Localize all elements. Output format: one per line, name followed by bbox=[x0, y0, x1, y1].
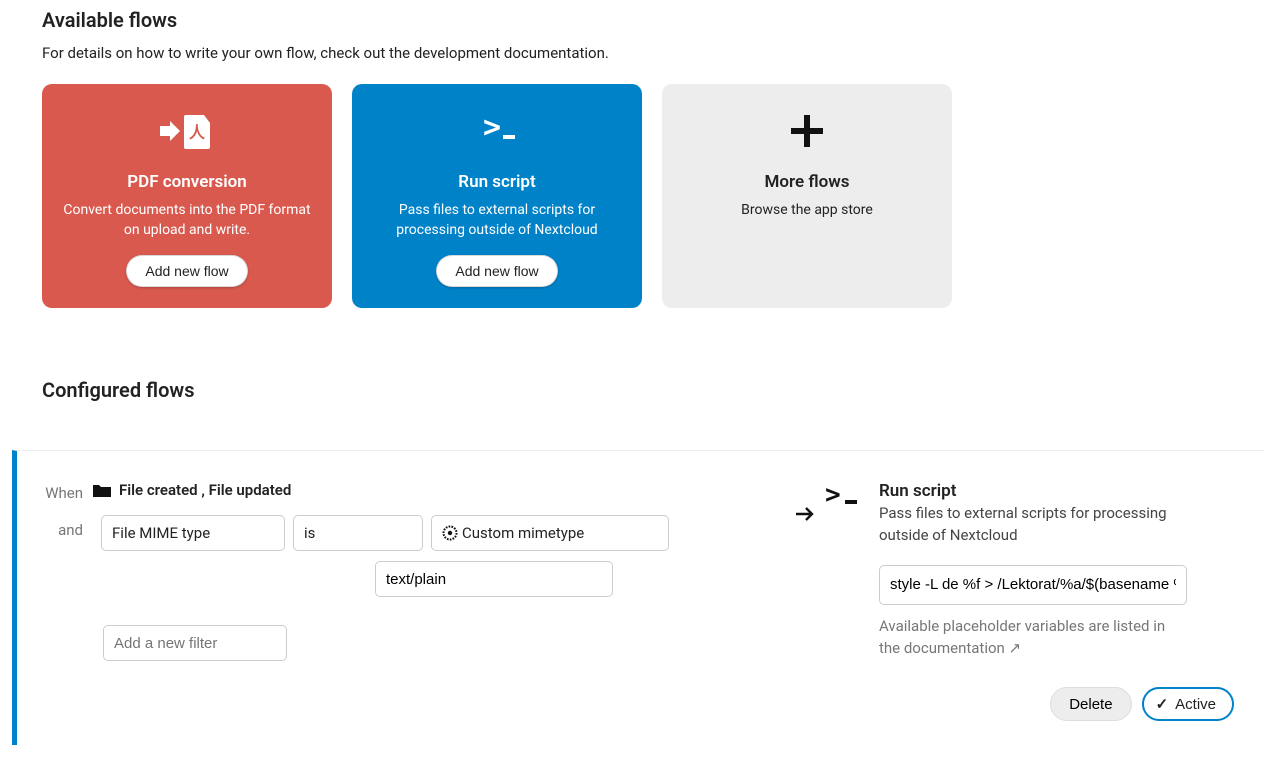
card-title: More flows bbox=[765, 172, 850, 192]
active-label: Active bbox=[1175, 696, 1216, 713]
gear-icon bbox=[442, 525, 458, 541]
available-flows-subtitle: For details on how to write your own flo… bbox=[42, 44, 1222, 62]
events-text: File created , File updated bbox=[119, 481, 291, 499]
filter-mode-label: Custom mimetype bbox=[462, 524, 584, 542]
active-toggle[interactable]: ✓ Active bbox=[1142, 687, 1234, 721]
script-command-input[interactable] bbox=[879, 565, 1187, 605]
card-title: PDF conversion bbox=[127, 172, 246, 192]
delete-button[interactable]: Delete bbox=[1050, 687, 1131, 721]
add-filter-input[interactable] bbox=[103, 625, 287, 661]
script-icon: > bbox=[473, 108, 521, 154]
flow-card-pdf: 人 PDF conversion Convert documents into … bbox=[42, 84, 332, 308]
mime-value-input[interactable] bbox=[375, 561, 613, 597]
add-flow-button[interactable]: Add new flow bbox=[126, 255, 247, 287]
card-desc: Convert documents into the PDF format on… bbox=[62, 200, 312, 241]
card-title: Run script bbox=[458, 172, 535, 192]
card-desc: Pass files to external scripts for proce… bbox=[372, 200, 622, 241]
filter-mode-select[interactable]: Custom mimetype bbox=[431, 515, 669, 551]
arrow-icon bbox=[785, 481, 825, 661]
svg-text:>: > bbox=[483, 111, 501, 145]
configured-flows-title: Configured flows bbox=[42, 378, 1222, 402]
filter-field-select[interactable]: File MIME type bbox=[101, 515, 285, 551]
action-title: Run script bbox=[879, 481, 1189, 501]
script-icon: > bbox=[825, 483, 865, 507]
plus-icon bbox=[787, 108, 827, 154]
flow-card-more[interactable]: More flows Browse the app store bbox=[662, 84, 952, 308]
card-desc: Browse the app store bbox=[741, 200, 873, 220]
available-flows-title: Available flows bbox=[42, 8, 1222, 32]
svg-text:人: 人 bbox=[189, 124, 206, 142]
and-label: and bbox=[45, 515, 93, 539]
event-list[interactable]: File created , File updated bbox=[93, 481, 291, 499]
folder-icon bbox=[93, 483, 111, 497]
svg-text:>: > bbox=[825, 483, 841, 507]
when-label: When bbox=[45, 481, 93, 502]
placeholder-note[interactable]: Available placeholder variables are list… bbox=[879, 615, 1187, 660]
pdf-icon: 人 bbox=[160, 108, 214, 154]
configured-flow: When File created , File updated and Fil… bbox=[12, 450, 1264, 745]
check-icon: ✓ bbox=[1156, 695, 1169, 713]
filter-operator-select[interactable]: is bbox=[293, 515, 423, 551]
add-flow-button[interactable]: Add new flow bbox=[436, 255, 557, 287]
flow-card-script: > Run script Pass files to external scri… bbox=[352, 84, 642, 308]
action-desc: Pass files to external scripts for proce… bbox=[879, 503, 1189, 547]
flow-cards-row: 人 PDF conversion Convert documents into … bbox=[42, 84, 1222, 308]
